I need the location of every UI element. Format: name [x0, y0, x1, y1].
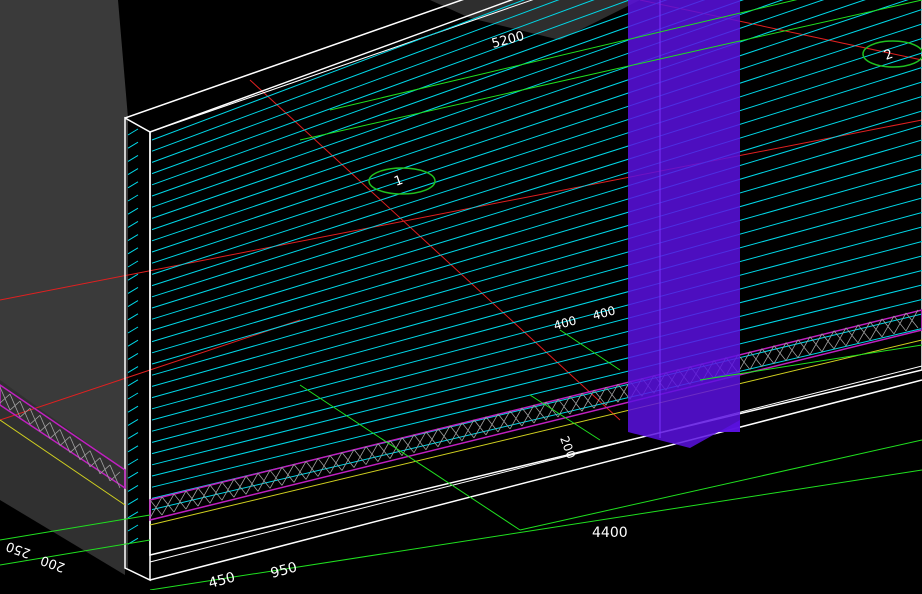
column-element[interactable] [628, 0, 740, 448]
axis-line [0, 119, 922, 301]
rebar-tick [127, 168, 139, 176]
rebar-line [151, 328, 922, 511]
rebar-tick [127, 432, 139, 440]
dim-text-bottom-length: 4400 [592, 525, 628, 541]
dim-text-left-a: 250 [4, 538, 32, 561]
rebar-tick [127, 458, 139, 466]
rebar-tick [127, 181, 139, 189]
model-canvas[interactable]: 1 2 5200 400 400 200 4400 450 950 250 20… [0, 0, 922, 592]
horizontal-rebar-lines [151, 0, 922, 511]
rebar-line [151, 110, 922, 343]
rebar-tick [127, 300, 139, 308]
rebar-line [151, 299, 922, 488]
grid-bubble-1[interactable]: 1 [368, 167, 436, 195]
rebar-tick [127, 339, 139, 347]
dim-text-offset-b: 400 [591, 303, 617, 322]
axis-lines [0, 0, 922, 421]
rebar-tick [127, 207, 139, 215]
rebar-line [151, 9, 922, 264]
dimension-lines [0, 0, 922, 591]
grid-bubble-label: 2 [882, 47, 895, 64]
rebar-tick [127, 286, 139, 294]
dim-text-bottom-left-a: 450 [207, 569, 237, 590]
rebar-tick [127, 260, 139, 268]
rebar-tick [127, 220, 139, 228]
rebar-line [151, 38, 922, 287]
rebar-line [151, 139, 922, 365]
dim-text-top-length: 5200 [490, 29, 526, 52]
wall-bottom-inner-edge [149, 365, 922, 563]
rebar-tick [127, 194, 139, 202]
rebar-tick [127, 326, 139, 334]
adjacent-wall-blocks [0, 0, 640, 575]
dim-text-bottom-left-b: 950 [269, 559, 299, 581]
rebar-tick [127, 484, 139, 492]
rebar-tick [127, 141, 139, 149]
cad-3d-viewport[interactable]: 1 2 5200 400 400 200 4400 450 950 250 20… [0, 0, 922, 592]
rebar-tick [127, 154, 139, 162]
wall-bottom-edge [149, 379, 922, 581]
rebar-tick [127, 498, 139, 506]
rebar-tick [127, 418, 139, 426]
rebar-tick [127, 366, 139, 374]
dim-text-offset-a: 400 [552, 313, 578, 332]
dim-line [519, 439, 922, 531]
grid-bubble-2[interactable]: 2 [862, 40, 922, 68]
rebar-tick [127, 405, 139, 413]
rebar-tick [127, 471, 139, 479]
dim-line [149, 469, 922, 591]
rebar-tick [127, 379, 139, 387]
rebar-line [151, 183, 922, 399]
column-body[interactable] [628, 0, 740, 432]
rebar-line [151, 197, 922, 410]
rebar-end-ticks [127, 128, 139, 545]
grid-bubble-label: 1 [392, 173, 405, 190]
rebar-tick [127, 524, 139, 532]
rebar-line [151, 125, 922, 354]
rebar-line [151, 255, 922, 455]
dim-line [529, 394, 601, 441]
rebar-tick [127, 445, 139, 453]
dim-text-left-b: 200 [39, 552, 67, 575]
rebar-tick [127, 234, 139, 242]
rebar-line [151, 226, 922, 432]
rebar-line [151, 212, 922, 421]
rebar-tick [127, 128, 139, 136]
footing-hatch [0, 309, 922, 526]
rebar-line [151, 81, 922, 320]
rebar-tick [127, 392, 139, 400]
rebar-tick [127, 352, 139, 360]
rebar-line [151, 0, 909, 253]
dim-line [299, 0, 922, 141]
rebar-tick [127, 313, 139, 321]
rebar-tick [127, 247, 139, 255]
rebar-line [151, 284, 922, 477]
dim-line [299, 384, 521, 531]
